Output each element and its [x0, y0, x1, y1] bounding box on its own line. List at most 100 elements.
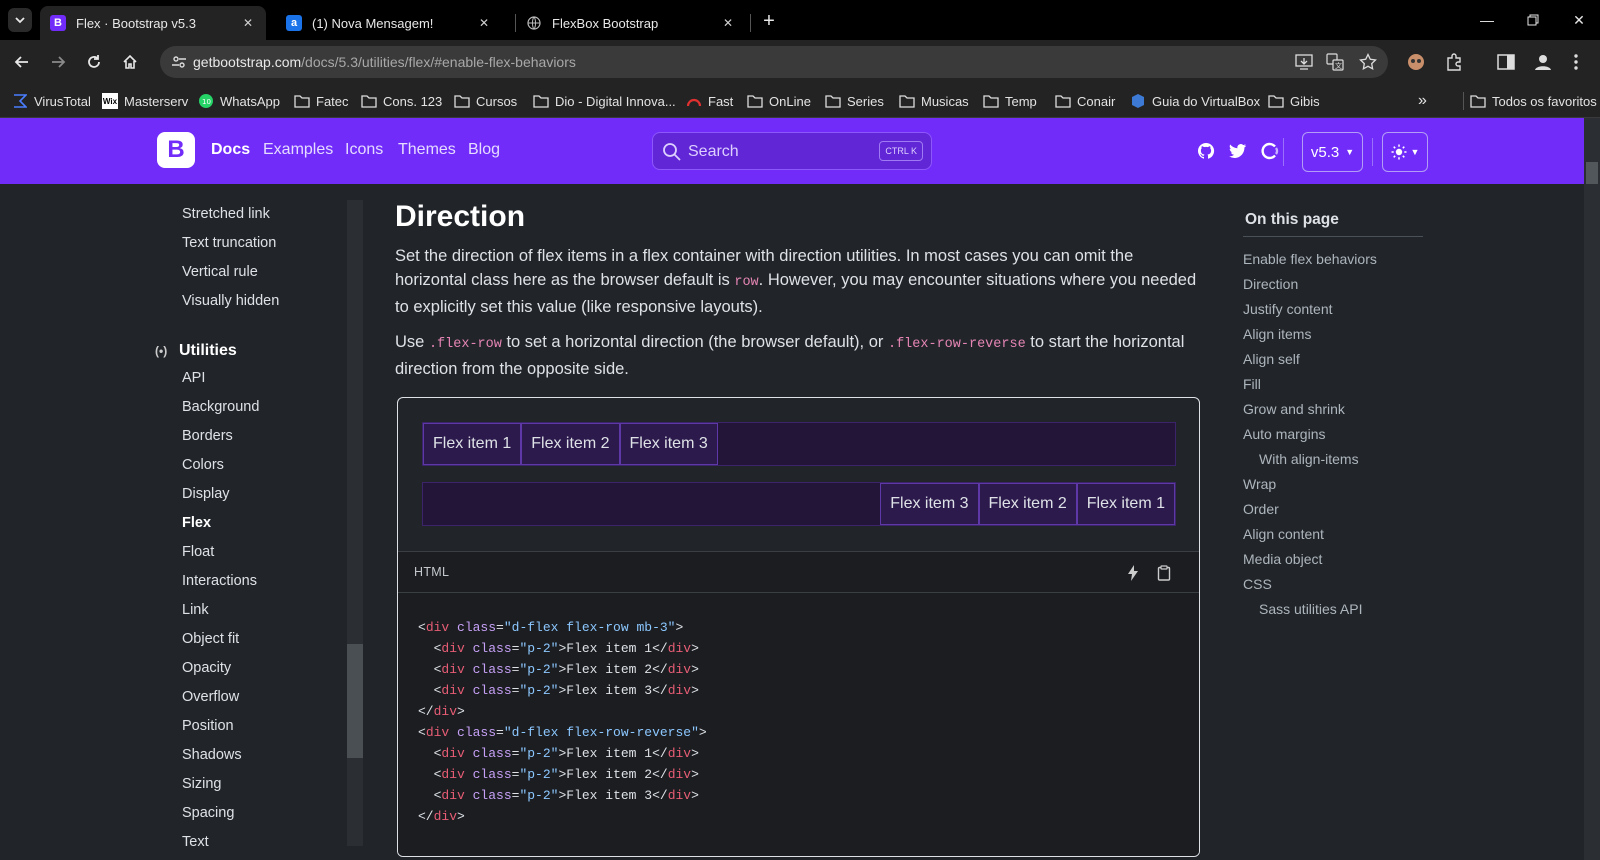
theme-toggle-dropdown[interactable]: ▼ — [1382, 132, 1428, 172]
page-scrollbar-thumb[interactable] — [1586, 162, 1598, 184]
sidebar-item-opacity[interactable]: Opacity — [182, 660, 231, 676]
bookmark-whatsapp[interactable]: 10 WhatsApp — [198, 92, 280, 110]
toc-item-align-items[interactable]: Align items — [1243, 326, 1311, 342]
bookmark-virustotal[interactable]: VirusTotal — [12, 92, 91, 110]
toc-item-fill[interactable]: Fill — [1243, 376, 1261, 392]
extension-avatar-icon[interactable] — [1405, 51, 1427, 73]
sidebar-item-colors[interactable]: Colors — [182, 457, 224, 473]
bootstrap-logo[interactable]: B — [157, 132, 195, 168]
sidebar-item-float[interactable]: Float — [182, 544, 214, 560]
sidebar-item-borders[interactable]: Borders — [182, 428, 233, 444]
bookmark-fast[interactable]: Fast — [686, 92, 733, 110]
toc-item-auto-margins[interactable]: Auto margins — [1243, 426, 1325, 442]
bookmark-temp[interactable]: Temp — [983, 92, 1037, 110]
bookmark-dio[interactable]: Dio - Digital Innova... — [533, 92, 676, 110]
bookmark-masterserv[interactable]: Wix Masterserv — [102, 92, 188, 110]
bookmark-cons-123[interactable]: Cons. 123 — [361, 92, 442, 110]
nav-link-docs[interactable]: Docs — [211, 141, 250, 159]
sidebar-item-shadows[interactable]: Shadows — [182, 747, 242, 763]
restore-icon — [1527, 14, 1539, 26]
sidebar-item-stretched-link[interactable]: Stretched link — [182, 206, 270, 222]
toc-item-align-self[interactable]: Align self — [1243, 351, 1300, 367]
bookmark-guia-virtualbox[interactable]: Guia do VirtualBox — [1130, 92, 1260, 110]
reload-button[interactable] — [80, 48, 108, 76]
nav-link-blog[interactable]: Blog — [468, 141, 500, 159]
github-icon[interactable] — [1196, 141, 1216, 161]
menu-kebab-icon[interactable] — [1565, 51, 1587, 73]
toc-item-justify-content[interactable]: Justify content — [1243, 301, 1333, 317]
close-tab-icon[interactable]: ✕ — [720, 15, 736, 31]
home-button[interactable] — [116, 48, 144, 76]
sidebar-item-flex[interactable]: Flex — [182, 515, 211, 531]
install-app-icon[interactable] — [1294, 52, 1314, 72]
twitter-icon[interactable] — [1228, 141, 1248, 161]
sidebar-item-vertical-rule[interactable]: Vertical rule — [182, 264, 258, 280]
sidebar-item-sizing[interactable]: Sizing — [182, 776, 222, 792]
toc-item-sass-utilities-api[interactable]: Sass utilities API — [1259, 601, 1363, 617]
profile-avatar-icon[interactable] — [1532, 51, 1554, 73]
tab-search-button[interactable] — [8, 8, 32, 32]
side-panel-icon[interactable] — [1495, 51, 1517, 73]
bookmark-online[interactable]: OnLine — [747, 92, 811, 110]
sidebar-item-api[interactable]: API — [182, 370, 205, 386]
address-bar[interactable]: getbootstrap.com/docs/5.3/utilities/flex… — [160, 46, 1388, 78]
toc-item-direction[interactable]: Direction — [1243, 276, 1298, 292]
bookmark-gibis[interactable]: Gibis — [1268, 92, 1320, 110]
page-scrollbar[interactable] — [1584, 118, 1600, 860]
close-tab-icon[interactable]: ✕ — [240, 15, 256, 31]
extensions-puzzle-icon[interactable] — [1443, 51, 1465, 73]
sidebar-item-overflow[interactable]: Overflow — [182, 689, 239, 705]
sidebar-item-spacing[interactable]: Spacing — [182, 805, 234, 821]
docs-search-button[interactable]: Search CTRL K — [652, 132, 932, 170]
clipboard-icon[interactable] — [1154, 563, 1174, 583]
sidebar-scrollbar[interactable] — [347, 200, 363, 846]
tab-flex-bootstrap[interactable]: B Flex · Bootstrap v5.3 ✕ — [40, 6, 266, 40]
toc-item-wrap[interactable]: Wrap — [1243, 476, 1276, 492]
minimize-button[interactable]: — — [1464, 0, 1510, 40]
sidebar-item-link[interactable]: Link — [182, 602, 209, 618]
sidebar-item-background[interactable]: Background — [182, 399, 259, 415]
bookmark-musicas[interactable]: Musicas — [899, 92, 969, 110]
toc-item-with-align-items[interactable]: With align-items — [1259, 451, 1359, 467]
back-button[interactable] — [8, 48, 36, 76]
toc-item-css[interactable]: CSS — [1243, 576, 1272, 592]
site-info-icon[interactable] — [170, 53, 188, 71]
toc-item-order[interactable]: Order — [1243, 501, 1279, 517]
toc-item-grow-and-shrink[interactable]: Grow and shrink — [1243, 401, 1345, 417]
folder-icon — [454, 93, 470, 109]
sidebar-scrollbar-thumb[interactable] — [347, 644, 363, 758]
more-bookmarks-button[interactable]: » — [1418, 92, 1427, 110]
close-tab-icon[interactable]: ✕ — [476, 15, 492, 31]
close-window-button[interactable]: ✕ — [1556, 0, 1600, 40]
lightning-icon[interactable] — [1123, 563, 1143, 583]
nav-link-icons[interactable]: Icons — [345, 141, 383, 159]
sidebar-item-interactions[interactable]: Interactions — [182, 573, 257, 589]
sidebar-item-object-fit[interactable]: Object fit — [182, 631, 239, 647]
all-bookmarks-folder[interactable]: Todos os favoritos — [1463, 92, 1597, 110]
forward-button[interactable] — [44, 48, 72, 76]
bookmark-cursos[interactable]: Cursos — [454, 92, 517, 110]
open-collective-icon[interactable] — [1260, 141, 1280, 161]
toc-title: On this page — [1245, 211, 1339, 228]
toc-item-enable-flex-behaviors[interactable]: Enable flex behaviors — [1243, 251, 1377, 267]
restore-button[interactable] — [1510, 0, 1556, 40]
sidebar-item-text[interactable]: Text — [182, 834, 209, 850]
toc-item-media-object[interactable]: Media object — [1243, 551, 1322, 567]
tab-flexbox-bootstrap[interactable]: FlexBox Bootstrap ✕ — [516, 6, 746, 40]
bookmark-star-icon[interactable] — [1358, 52, 1378, 72]
new-tab-button[interactable]: + — [757, 9, 781, 33]
sidebar-item-display[interactable]: Display — [182, 486, 230, 502]
version-dropdown[interactable]: v5.3 ▼ — [1302, 132, 1363, 172]
sidebar-item-position[interactable]: Position — [182, 718, 234, 734]
bookmark-series[interactable]: Series — [825, 92, 884, 110]
toc-item-align-content[interactable]: Align content — [1243, 526, 1324, 542]
tab-nova-mensagem[interactable]: a (1) Nova Mensagem! ✕ — [276, 6, 502, 40]
bookmark-conair[interactable]: Conair — [1055, 92, 1115, 110]
sidebar-item-visually-hidden[interactable]: Visually hidden — [182, 293, 279, 309]
bookmark-fatec[interactable]: Fatec — [294, 92, 349, 110]
translate-icon[interactable]: 文 — [1325, 52, 1345, 72]
sidebar-item-text-truncation[interactable]: Text truncation — [182, 235, 276, 251]
docs-sidebar: Stretched link Text truncation Vertical … — [145, 200, 355, 860]
nav-link-themes[interactable]: Themes — [398, 141, 456, 159]
nav-link-examples[interactable]: Examples — [263, 141, 333, 159]
